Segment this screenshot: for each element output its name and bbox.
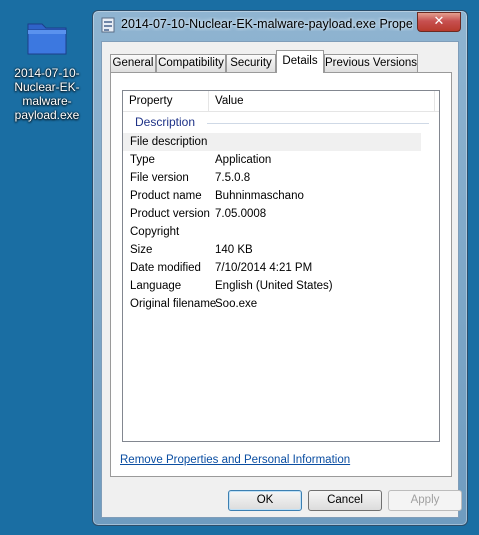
- tab-details[interactable]: Details: [276, 50, 324, 73]
- tab-previous-versions[interactable]: Previous Versions: [324, 54, 418, 72]
- property-name: Size: [130, 244, 153, 256]
- list-item[interactable]: Original filename Soo.exe: [123, 295, 439, 313]
- tab-security[interactable]: Security: [226, 54, 276, 72]
- property-name: File description: [130, 136, 208, 148]
- desktop-file-icon[interactable]: 2014-07-10-Nuclear-EK-malware-payload.ex…: [8, 14, 86, 122]
- dialog-body: General Compatibility Security Details P…: [101, 41, 462, 518]
- list-item[interactable]: File version 7.5.0.8: [123, 169, 439, 187]
- property-name: Product version: [130, 208, 210, 220]
- list-item[interactable]: Product name Buhninmaschano: [123, 187, 439, 205]
- list-item[interactable]: Product version 7.05.0008: [123, 205, 439, 223]
- property-value: 140 KB: [215, 244, 253, 256]
- details-panel: Property Value Description File descript…: [110, 72, 452, 477]
- list-item[interactable]: File description: [123, 133, 421, 151]
- column-property[interactable]: Property: [123, 91, 209, 111]
- tab-general[interactable]: General: [110, 54, 156, 72]
- close-button[interactable]: ✕: [417, 12, 461, 32]
- column-value[interactable]: Value: [209, 91, 435, 111]
- property-name: Language: [130, 280, 182, 292]
- property-value: Buhninmaschano: [215, 190, 304, 202]
- list-item[interactable]: Size 140 KB: [123, 241, 439, 259]
- property-name: Original filename: [130, 298, 217, 310]
- list-item[interactable]: Copyright: [123, 223, 439, 241]
- property-value: 7.05.0008: [215, 208, 267, 220]
- tab-compatibility[interactable]: Compatibility: [156, 54, 226, 72]
- apply-button[interactable]: Apply: [388, 490, 462, 511]
- group-description: Description: [135, 115, 196, 129]
- group-divider: [207, 123, 429, 124]
- property-name: File version: [130, 172, 189, 184]
- property-name: Copyright: [130, 226, 180, 238]
- ok-button[interactable]: OK: [228, 490, 302, 511]
- list-item[interactable]: Type Application: [123, 151, 439, 169]
- property-value: 7.5.0.8: [215, 172, 251, 184]
- property-value: Application: [215, 154, 272, 166]
- list-item[interactable]: Language English (United States): [123, 277, 439, 295]
- property-name: Product name: [130, 190, 202, 202]
- property-name: Type: [130, 154, 155, 166]
- folder-icon: [25, 16, 69, 60]
- window-title: 2014-07-10-Nuclear-EK-malware-payload.ex…: [121, 17, 413, 31]
- property-value: Soo.exe: [215, 298, 258, 310]
- exe-file-icon: [101, 17, 115, 33]
- remove-properties-link[interactable]: Remove Properties and Personal Informati…: [120, 454, 350, 466]
- cancel-button[interactable]: Cancel: [308, 490, 382, 511]
- property-rows: File description Type Application File v…: [123, 133, 439, 313]
- title-bar[interactable]: 2014-07-10-Nuclear-EK-malware-payload.ex…: [93, 11, 467, 39]
- desktop-icon-label: 2014-07-10-Nuclear-EK-malware-payload.ex…: [14, 66, 80, 122]
- list-header: Property Value: [123, 91, 439, 112]
- property-value: 7/10/2014 4:21 PM: [215, 262, 313, 274]
- properties-dialog: 2014-07-10-Nuclear-EK-malware-payload.ex…: [92, 10, 468, 526]
- property-value: English (United States): [215, 280, 333, 292]
- property-name: Date modified: [130, 262, 201, 274]
- list-item[interactable]: Date modified 7/10/2014 4:21 PM: [123, 259, 439, 277]
- details-list[interactable]: Property Value Description File descript…: [122, 90, 440, 442]
